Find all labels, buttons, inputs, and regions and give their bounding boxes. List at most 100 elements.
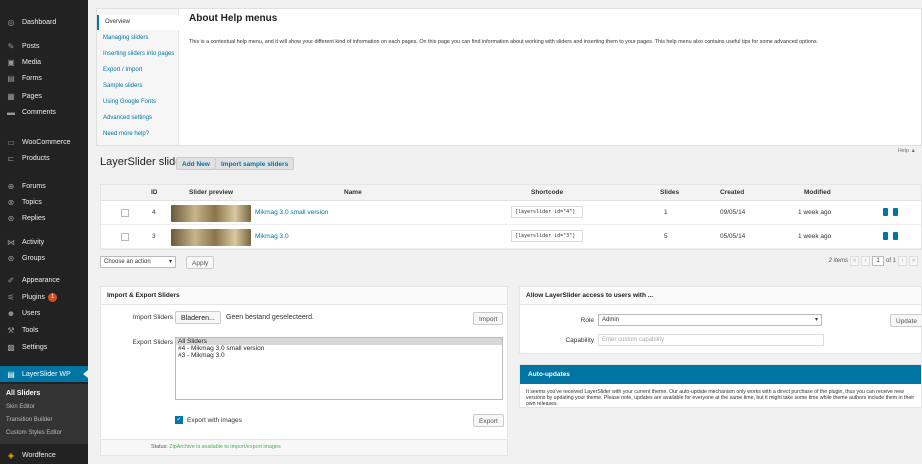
pagination: 2 items « ‹ 1 of 1 › » [829, 256, 918, 266]
autoupdates-title: Auto-updates [520, 365, 921, 384]
next-page-button[interactable]: › [898, 256, 907, 266]
row-id: 3 [152, 233, 156, 240]
sidebar-item-activity[interactable]: ⋈ Activity [0, 234, 88, 250]
export-option[interactable]: All Sliders [176, 338, 502, 345]
help-toggle-button[interactable]: Help ▲ [898, 148, 916, 154]
capability-input[interactable]: Enter custom capability [598, 334, 824, 346]
slider-preview-thumbnail[interactable] [171, 229, 251, 246]
col-id[interactable]: ID [151, 189, 158, 196]
slider-preview-thumbnail[interactable] [171, 205, 251, 222]
import-button[interactable]: Import [473, 312, 504, 325]
sidebar-item-forums[interactable]: ⊕ Forums [0, 178, 88, 194]
help-tab-need-more-help[interactable]: Need more help? [97, 127, 179, 142]
submenu-transition-builder[interactable]: Transition Builder [0, 417, 52, 423]
sidebar-item-settings[interactable]: ▩ Settings [0, 339, 88, 355]
add-new-button[interactable]: Add New [176, 157, 216, 170]
submenu-skin-editor[interactable]: Skin Editor [0, 404, 35, 410]
autoupdates-text: It seems you've received LayerSlider wit… [526, 389, 915, 407]
access-title: Allow LayerSlider access to users with .… [520, 287, 921, 305]
export-button[interactable]: Export [473, 414, 504, 427]
sidebar-item-dashboard[interactable]: ◎ Dashboard [0, 14, 88, 30]
help-text: This is a contextual help menu, and it w… [189, 39, 819, 45]
help-tab-inserting-sliders[interactable]: Inserting sliders into pages [97, 47, 179, 62]
row-slides: 5 [664, 233, 668, 240]
role-select[interactable]: Admin ▾ [598, 314, 822, 326]
help-panel: Overview Managing sliders Inserting slid… [96, 8, 922, 146]
row-checkbox[interactable] [121, 233, 129, 241]
import-export-panel: Import & Export Sliders Import Sliders B… [100, 286, 508, 456]
sidebar-item-groups[interactable]: ⊛ Groups [0, 250, 88, 266]
first-page-button[interactable]: « [849, 256, 859, 266]
shortcode-field[interactable]: [layerslider id="3"] [511, 230, 583, 242]
layerslider-submenu: All Sliders Skin Editor Transition Build… [0, 384, 88, 444]
shortcode-field[interactable]: [layerslider id="4"] [511, 206, 583, 218]
topics-icon: ⊗ [7, 197, 15, 207]
current-page-input[interactable]: 1 [871, 256, 884, 266]
sidebar-item-appearance[interactable]: ✐ Appearance [0, 272, 88, 288]
sidebar-item-tools[interactable]: ⚒ Tools [0, 322, 88, 338]
products-icon: ⊏ [7, 153, 15, 163]
pin-icon: ✎ [7, 41, 15, 51]
submenu-all-sliders[interactable]: All Sliders [0, 390, 40, 397]
sidebar-item-topics[interactable]: ⊗ Topics [0, 194, 88, 210]
export-option[interactable]: #3 - Mikmag 3.0 [176, 352, 502, 359]
submenu-custom-styles-editor[interactable]: Custom Styles Editor [0, 430, 62, 436]
export-option[interactable]: #4 - Mikmag 3.0 small version [176, 345, 502, 352]
apply-button[interactable]: Apply [186, 256, 215, 269]
sidebar-item-media[interactable]: ▣ Media [0, 54, 88, 70]
help-tab-export-import[interactable]: Export / Import [97, 63, 179, 78]
duplicate-icon[interactable] [883, 232, 888, 240]
sidebar-item-posts[interactable]: ✎ Posts [0, 38, 88, 54]
table-header: ID Slider preview Name Shortcode Slides … [101, 185, 921, 201]
sidebar-item-replies[interactable]: ⊛ Replies [0, 210, 88, 226]
sidebar-item-wordfence[interactable]: ◈ Wordfence [0, 447, 88, 463]
table-row: 3 Mikmag 3.0 [layerslider id="3"] 5 05/0… [101, 226, 921, 249]
help-tab-managing-sliders[interactable]: Managing sliders [97, 31, 179, 46]
col-created[interactable]: Created [720, 189, 744, 196]
prev-page-button[interactable]: ‹ [860, 256, 870, 266]
sidebar-item-products[interactable]: ⊏ Products [0, 150, 88, 166]
plugins-update-badge: 1 [47, 292, 58, 302]
appearance-icon: ✐ [7, 275, 15, 285]
browse-file-button[interactable]: Bladeren... [175, 311, 221, 324]
slider-name-link[interactable]: Mikmag 3.0 small version [255, 209, 328, 216]
row-modified: 1 week ago [798, 233, 832, 240]
import-export-title: Import & Export Sliders [101, 287, 507, 305]
admin-sidebar: ◎ Dashboard ✎ Posts ▣ Media ▤ Forms ▦ Pages ▬… [0, 0, 88, 464]
sidebar-item-woocommerce[interactable]: ▭ WooCommerce [0, 134, 88, 150]
sidebar-item-layerslider[interactable]: ▤ LayerSlider WP [0, 366, 88, 382]
bulk-action-select[interactable]: Choose an action ▾ [100, 256, 176, 268]
help-tab-sample-sliders[interactable]: Sample sliders [97, 79, 179, 94]
trash-icon[interactable] [893, 232, 898, 240]
help-tab-overview[interactable]: Overview [97, 15, 179, 30]
update-button[interactable]: Update [890, 314, 922, 327]
import-sample-sliders-button[interactable]: Import sample sliders [215, 157, 295, 170]
col-name[interactable]: Name [344, 189, 362, 196]
col-preview: Slider preview [189, 189, 234, 196]
pages-icon: ▦ [7, 91, 15, 101]
sidebar-item-comments[interactable]: ▬ Comments [0, 104, 88, 120]
duplicate-icon[interactable] [883, 208, 888, 216]
autoupdates-panel: Auto-updates It seems you've received La… [519, 364, 922, 408]
sidebar-item-pages[interactable]: ▦ Pages [0, 88, 88, 104]
col-modified[interactable]: Modified [804, 189, 831, 196]
sidebar-item-plugins[interactable]: ⚟ Plugins 1 [0, 289, 88, 305]
export-sliders-list[interactable]: All Sliders #4 - Mikmag 3.0 small versio… [175, 337, 503, 400]
role-label: Role [580, 317, 594, 324]
groups-icon: ⊛ [7, 253, 15, 263]
col-shortcode: Shortcode [531, 189, 564, 196]
row-checkbox[interactable] [121, 209, 129, 217]
trash-icon[interactable] [893, 208, 898, 216]
sidebar-item-forms[interactable]: ▤ Forms [0, 70, 88, 86]
sidebar-item-users[interactable]: ☻ Users [0, 305, 88, 321]
last-page-button[interactable]: » [909, 256, 918, 266]
slider-name-link[interactable]: Mikmag 3.0 [255, 233, 289, 240]
help-tab-advanced-settings[interactable]: Advanced settings [97, 111, 179, 126]
row-id: 4 [152, 209, 156, 216]
help-tab-google-fonts[interactable]: Using Google Fonts [97, 95, 179, 110]
row-actions [883, 232, 901, 242]
export-images-checkbox[interactable]: ✓ [175, 416, 183, 424]
table-row: 4 Mikmag 3.0 small version [layerslider … [101, 202, 921, 225]
layerslider-icon: ▤ [7, 369, 15, 379]
woocommerce-icon: ▭ [7, 137, 15, 147]
